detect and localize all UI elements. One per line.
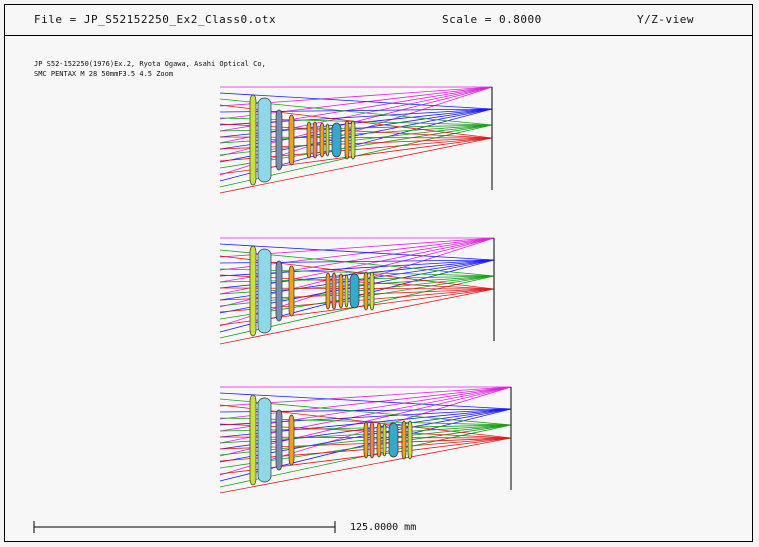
lens-element: [349, 273, 360, 309]
lens-element: [363, 421, 369, 459]
lens-element: [376, 422, 382, 458]
lens-element: [325, 272, 331, 310]
zoom-position-middle: [219, 237, 495, 345]
lens-element: [401, 420, 407, 460]
scale-bar: [33, 521, 336, 533]
lens-element: [331, 272, 337, 310]
lens-element: [288, 265, 295, 317]
lens-element: [338, 273, 344, 309]
lens-element: [288, 114, 295, 166]
lens-element: [257, 97, 272, 183]
lens-element: [319, 122, 325, 158]
lens-element: [369, 421, 375, 459]
lens-element: [363, 271, 369, 311]
lens-element: [382, 423, 387, 457]
lens-element: [249, 94, 257, 186]
lens-element: [369, 271, 375, 311]
lens-element: [275, 109, 283, 171]
lens-element: [407, 420, 413, 460]
lens-element: [350, 120, 356, 160]
lens-element: [249, 394, 257, 486]
lens-element: [388, 422, 399, 458]
lens-element: [331, 122, 342, 158]
lens-element: [312, 121, 318, 159]
lens-element: [257, 248, 272, 334]
lens-element: [275, 260, 283, 322]
lens-element: [344, 274, 349, 308]
zoom-position-tele: [219, 386, 512, 494]
lens-element: [288, 414, 295, 466]
lens-layout-diagram: [33, 86, 512, 533]
lens-element: [325, 123, 330, 157]
lens-element: [257, 397, 272, 483]
lens-element: [275, 409, 283, 471]
lens-element: [306, 121, 312, 159]
scale-bar-label: 125.0000 mm: [350, 522, 417, 533]
lens-element: [344, 120, 350, 160]
zoom-position-wide: [219, 86, 493, 194]
lens-element: [249, 245, 257, 337]
